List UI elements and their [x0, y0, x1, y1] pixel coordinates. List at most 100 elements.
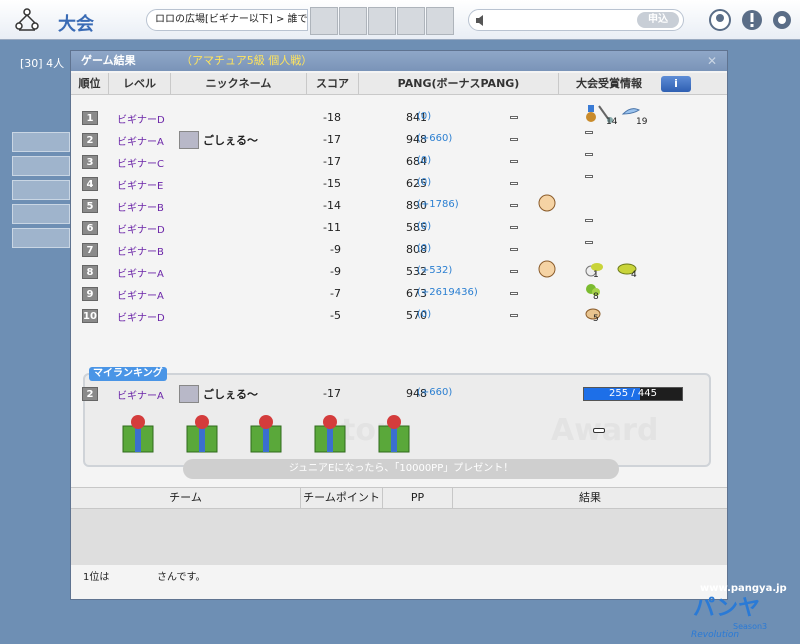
score: -18 [323, 111, 341, 124]
player-slot-2[interactable] [339, 7, 367, 35]
gift-box-icon [378, 415, 410, 453]
table-row[interactable]: 6 ビギナーD -11 585 (0) [71, 217, 727, 239]
character-badge-icon [538, 260, 556, 278]
award-count: 4 [631, 270, 637, 280]
col-rank: 順位 [71, 73, 109, 95]
gift-box-icon [122, 415, 154, 453]
col-team-points: チームポイント [301, 488, 383, 508]
room-count: [30] 4人 [20, 57, 65, 70]
game-result-dialog: ゲーム結果 （アマチュア5級 個人戦） ✕ 順位 レベル ニックネーム スコア … [70, 50, 767, 640]
col-result: 結果 [579, 491, 601, 504]
award-count: 1 [593, 270, 599, 280]
rank-number: 5 [82, 199, 98, 213]
rank-progress-bar: 255 / 445 [583, 387, 683, 401]
score: -15 [323, 177, 341, 190]
results-header: 順位 レベル ニックネーム スコア PANG(ボーナスPANG) 大会受賞情報 … [71, 73, 727, 95]
team-table-header: チーム チームポイント PP 結果 [71, 487, 727, 509]
player-row[interactable] [12, 132, 70, 152]
table-row[interactable]: 2 ビギナーA ごしぇる～ -17 948 (+660) [71, 129, 727, 151]
site-url[interactable]: www.pangya.jp [700, 583, 787, 594]
close-icon[interactable]: ✕ [705, 54, 719, 68]
nickname: ごしぇる～ [203, 134, 258, 147]
rank-number: 10 [82, 309, 98, 323]
score: -17 [323, 387, 341, 400]
bonus-pang: (0) [417, 111, 432, 122]
alert-icon[interactable] [740, 8, 764, 32]
bonus-pang: (+2619436) [417, 287, 478, 298]
rank-number: 6 [82, 221, 98, 235]
nickname: ごしぇる～ [203, 388, 258, 401]
team-dash [510, 292, 518, 295]
rank-number: 4 [82, 177, 98, 191]
dialog-header: ゲーム結果 （アマチュア5級 個人戦） ✕ [71, 51, 727, 71]
player-slot-1[interactable] [310, 7, 338, 35]
score: -17 [323, 133, 341, 146]
table-row[interactable]: 9 ビギナーA -7 673 (+2619436) [71, 283, 727, 305]
score: -11 [323, 221, 341, 234]
player-slot-4[interactable] [397, 7, 425, 35]
table-row[interactable]: 4 ビギナーE -15 625 (0) [71, 173, 727, 195]
speaker-icon [476, 15, 483, 26]
level: ビギナーA [117, 137, 164, 148]
gift-box-icon [314, 415, 346, 453]
player-slot-5[interactable] [426, 7, 454, 35]
logo-revolution: Revolution [691, 630, 740, 640]
dialog-title: ゲーム結果 [81, 54, 136, 67]
award-count: 14 [606, 117, 618, 127]
rank-number: 8 [82, 265, 98, 279]
room-list-panel [0, 42, 70, 600]
award-info-button[interactable]: i [661, 76, 691, 92]
rank-number: 3 [82, 155, 98, 169]
player-row[interactable] [12, 180, 70, 200]
team-dash [510, 314, 518, 317]
player-row[interactable] [12, 228, 70, 248]
table-row[interactable]: 10 ビギナーD -5 570 (0) [71, 305, 727, 327]
team-table-body [71, 509, 727, 565]
rank-number: 2 [82, 387, 98, 401]
apply-button[interactable]: 申込 [637, 12, 679, 28]
score: -5 [330, 309, 341, 322]
level: ビギナーB [117, 247, 164, 258]
table-row[interactable]: 3 ビギナーC -17 684 (0) [71, 151, 727, 173]
level: ビギナーE [117, 181, 164, 192]
player-slot-3[interactable] [368, 7, 396, 35]
team-dash [510, 248, 518, 251]
page-title: 大会 [58, 14, 94, 35]
dialog-subtitle: （アマチュア5級 個人戦） [181, 54, 313, 67]
col-nickname: ニックネーム [171, 73, 307, 95]
winner-suffix: さんです。 [157, 572, 206, 583]
gift-box-icon [186, 415, 218, 453]
players-icon[interactable] [708, 8, 732, 32]
col-score: スコア [307, 73, 359, 95]
col-pang: PANG(ボーナスPANG) [359, 73, 559, 95]
level: ビギナーD [117, 313, 165, 324]
player-row[interactable] [12, 156, 70, 176]
bonus-pang: (0) [417, 177, 432, 188]
score: -9 [330, 243, 341, 256]
col-team: チーム [71, 488, 301, 508]
bonus-pang: (0) [417, 309, 432, 320]
level: ビギナーA [117, 391, 164, 402]
level: ビギナーD [117, 115, 165, 126]
gear-icon[interactable] [770, 8, 794, 32]
award-none [585, 131, 593, 134]
award-none [585, 153, 593, 156]
bonus-pang: (0) [417, 155, 432, 166]
col-pp: PP [383, 488, 453, 508]
level: ビギナーA [117, 291, 164, 302]
award-count: 5 [593, 314, 599, 324]
player-row[interactable] [12, 204, 70, 224]
bonus-pang: (+1786) [417, 199, 459, 210]
chat-input[interactable]: 申込 [468, 9, 684, 31]
level: ビギナーB [117, 203, 164, 214]
channel-label: ロロの広場[ビギナー以下] > 誰でもOK！1 [146, 9, 308, 31]
rank-number: 2 [82, 133, 98, 147]
tournament-icon [15, 8, 39, 31]
award-none [585, 175, 593, 178]
bonus-pang: (+660) [417, 387, 453, 398]
level: ビギナーD [117, 225, 165, 236]
table-row[interactable]: 7 ビギナーB -9 808 (0) [71, 239, 727, 261]
table-row[interactable]: 5 ビギナーB -14 890 (+1786) [71, 195, 727, 217]
team-dash [510, 116, 518, 119]
my-ranking-tag: マイランキング [89, 367, 167, 381]
